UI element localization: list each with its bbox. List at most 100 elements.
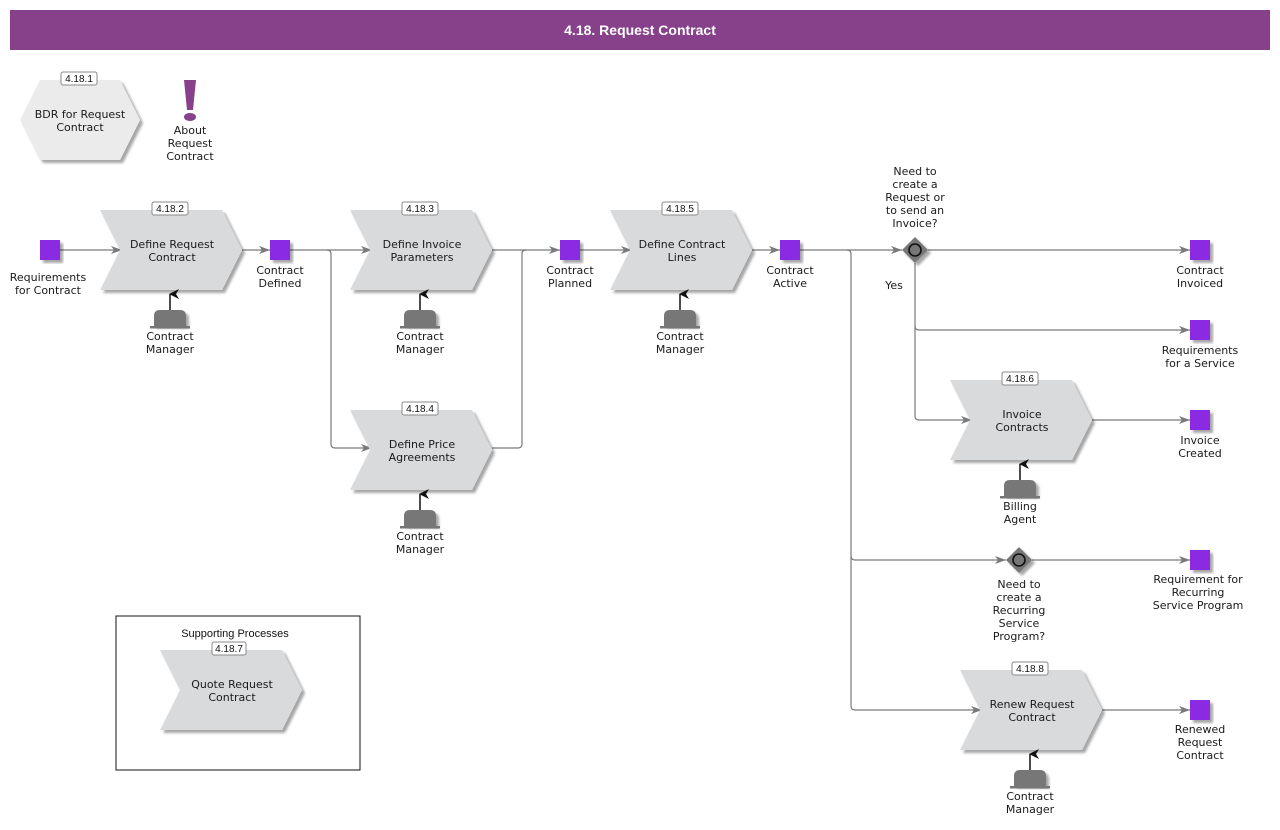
process-4-18-5[interactable]: 4.18.5 Define ContractLines ContractManage… xyxy=(610,201,752,356)
bdr-number: 4.18.1 xyxy=(65,74,93,85)
xor-circle-icon xyxy=(1012,553,1026,567)
about-item[interactable]: About Request Contract xyxy=(166,80,214,163)
process-label-2: Contract xyxy=(1008,711,1056,724)
role-icon[interactable] xyxy=(1014,770,1046,786)
event-label-2: Created xyxy=(1178,447,1222,460)
process-label-1: Invoice xyxy=(1002,408,1042,421)
process-label-1: Renew Request xyxy=(990,698,1076,711)
event-contract-planned[interactable]: ContractPlanned xyxy=(546,240,594,290)
process-number: 4.18.3 xyxy=(406,204,434,215)
event-label-2: Planned xyxy=(548,277,592,290)
role-label-1: Contract xyxy=(396,330,444,343)
process-label-2: Contract xyxy=(208,691,256,704)
process-label-2: Contract xyxy=(148,251,196,264)
process-number: 4.18.6 xyxy=(1006,374,1034,385)
event-label-1: Requirements xyxy=(10,271,87,284)
role-icon-base xyxy=(150,326,190,329)
event-square[interactable] xyxy=(1190,240,1210,260)
role-contract-manager[interactable]: ContractManager xyxy=(396,289,445,356)
role-icon-base xyxy=(1010,786,1050,789)
event-square[interactable] xyxy=(40,240,60,260)
process-number: 4.18.8 xyxy=(1016,664,1044,675)
role-icon[interactable] xyxy=(404,510,436,526)
role-label-2: Manager xyxy=(656,343,705,356)
process-number: 4.18.7 xyxy=(215,644,243,655)
role-label-2: Manager xyxy=(396,543,445,556)
process-number: 4.18.5 xyxy=(666,204,694,215)
gateway-label-5: Invoice? xyxy=(892,217,937,230)
edge-p4-e3 xyxy=(492,249,527,449)
process-label-1: Define Contract xyxy=(639,238,726,251)
event-label-1: Contract xyxy=(546,264,594,277)
role-label-2: Manager xyxy=(146,343,195,356)
event-square[interactable] xyxy=(1190,410,1210,430)
branch-label-yes: Yes xyxy=(884,279,903,292)
event-requirements-for-contract[interactable]: Requirementsfor Contract xyxy=(10,240,87,297)
gateway-label-4: to send an xyxy=(886,204,944,217)
event-label-3: Contract xyxy=(1176,749,1224,762)
event-square[interactable] xyxy=(1190,550,1210,570)
role-contract-manager[interactable]: ContractManager xyxy=(396,489,445,556)
process-4-18-7[interactable]: 4.18.7 Quote Request Contract xyxy=(160,641,302,730)
event-label-1: Invoice xyxy=(1180,434,1220,447)
xor-circle-icon xyxy=(908,243,922,257)
event-renewed-request-contract[interactable]: RenewedRequestContract xyxy=(1175,700,1225,762)
role-contract-manager[interactable]: ContractManager xyxy=(656,289,705,356)
event-label-1: Renewed xyxy=(1175,723,1225,736)
role-icon[interactable] xyxy=(154,310,186,326)
event-label-2: Recurring xyxy=(1172,586,1225,599)
event-square[interactable] xyxy=(270,240,290,260)
event-square[interactable] xyxy=(1190,700,1210,720)
supporting-title: Supporting Processes xyxy=(181,628,289,640)
about-label-1: About xyxy=(174,124,207,137)
event-requirement-for-recurring-service-program[interactable]: Requirement forRecurringService Program xyxy=(1153,550,1244,612)
event-contract-invoiced[interactable]: ContractInvoiced xyxy=(1176,240,1224,290)
role-label-1: Contract xyxy=(1006,790,1054,803)
process-4-18-3[interactable]: 4.18.3 Define InvoiceParameters ContractMa… xyxy=(350,201,492,356)
event-requirements-for-a-service[interactable]: Requirementsfor a Service xyxy=(1162,320,1239,370)
gateway-g2[interactable]: Need tocreate aRecurringServiceProgram? xyxy=(993,547,1046,643)
exclamation-icon[interactable] xyxy=(184,80,196,121)
gateway-label-3: Recurring xyxy=(993,604,1046,617)
process-label-2: Lines xyxy=(668,251,697,264)
event-square[interactable] xyxy=(1190,320,1210,340)
event-label-3: Service Program xyxy=(1153,599,1244,612)
role-label-2: Manager xyxy=(1006,803,1055,816)
role-icon[interactable] xyxy=(664,310,696,326)
role-contract-manager[interactable]: ContractManager xyxy=(1006,749,1055,816)
process-label-1: Quote Request xyxy=(191,678,273,691)
about-label-2: Request xyxy=(168,137,213,150)
event-square[interactable] xyxy=(560,240,580,260)
event-square[interactable] xyxy=(780,240,800,260)
edge-g1-e6 xyxy=(914,263,1190,334)
event-contract-defined[interactable]: ContractDefined xyxy=(256,240,304,290)
role-icon[interactable] xyxy=(404,310,436,326)
process-4-18-6[interactable]: 4.18.6 InvoiceContracts BillingAgent xyxy=(950,371,1092,526)
role-icon-base xyxy=(1000,496,1040,499)
gateway-label-1: Need to xyxy=(893,165,937,178)
process-4-18-4[interactable]: 4.18.4 Define PriceAgreements ContractMana… xyxy=(350,401,492,556)
role-icon[interactable] xyxy=(1004,480,1036,496)
role-label-2: Manager xyxy=(396,343,445,356)
event-label-2: Defined xyxy=(259,277,302,290)
bdr-label-2: Contract xyxy=(56,121,104,134)
process-label-2: Parameters xyxy=(391,251,454,264)
gateway-label-2: create a xyxy=(892,178,937,191)
role-billing-agent[interactable]: BillingAgent xyxy=(1000,459,1040,526)
role-contract-manager[interactable]: ContractManager xyxy=(146,289,195,356)
process-label-2: Agreements xyxy=(389,451,456,464)
process-4-18-8[interactable]: 4.18.8Renew RequestContractContractManag… xyxy=(960,661,1102,816)
role-label-1: Contract xyxy=(396,530,444,543)
process-4-18-2[interactable]: 4.18.2Define RequestContractContractMana… xyxy=(100,201,242,356)
role-label-1: Contract xyxy=(146,330,194,343)
role-icon-base xyxy=(400,326,440,329)
event-invoice-created[interactable]: InvoiceCreated xyxy=(1178,410,1222,460)
role-icon-base xyxy=(660,326,700,329)
event-contract-active[interactable]: ContractActive xyxy=(766,240,814,290)
bdr-item[interactable]: 4.18.1 BDR for Request Contract xyxy=(20,71,140,160)
event-label-1: Contract xyxy=(1176,264,1224,277)
process-label-2: Contracts xyxy=(995,421,1048,434)
process-number: 4.18.4 xyxy=(406,404,434,415)
gateway-label-1: Need to xyxy=(997,578,1041,591)
bdr-label-1: BDR for Request xyxy=(35,108,126,121)
